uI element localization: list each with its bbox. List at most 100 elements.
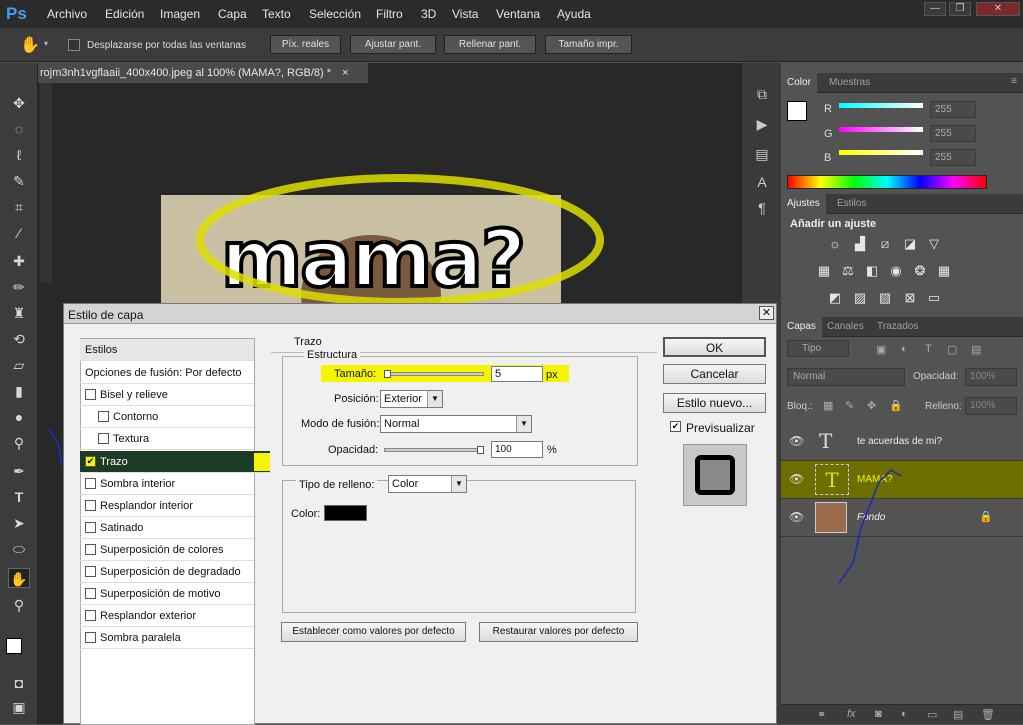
mask-icon[interactable]: ◙ — [875, 708, 882, 720]
preview-checkbox[interactable]: ✔ — [670, 421, 681, 432]
style-checkbox[interactable] — [85, 478, 96, 489]
quick-select-tool-icon[interactable]: ✎ — [8, 171, 30, 191]
fill-type-dropdown[interactable]: Color ▼ — [388, 475, 467, 493]
style-row-gradient-overlay[interactable]: Superposición de degradado — [80, 561, 254, 583]
trash-icon[interactable]: 🗑 — [981, 708, 995, 721]
style-checkbox[interactable] — [85, 588, 96, 599]
b-value[interactable]: 255 — [930, 149, 976, 166]
reset-default-button[interactable]: Restaurar valores por defecto — [479, 622, 638, 642]
style-checkbox[interactable] — [98, 433, 109, 444]
shape-tool-icon[interactable]: ⬭ — [8, 539, 30, 559]
eyedropper-tool-icon[interactable]: ⁄ — [8, 223, 30, 243]
color-lookup-icon[interactable]: ▦ — [935, 263, 953, 279]
bw-icon[interactable]: ◧ — [863, 263, 881, 279]
color-spectrum[interactable] — [787, 175, 987, 189]
style-row-inner-shadow[interactable]: Sombra interior — [80, 473, 254, 495]
hue-icon[interactable]: ▦ — [815, 263, 833, 279]
restore-button[interactable]: ❐ — [949, 2, 971, 16]
style-checkbox[interactable] — [85, 632, 96, 643]
vibrance-icon[interactable]: ▽ — [925, 236, 943, 252]
filter-type-icon[interactable]: T — [925, 343, 932, 355]
crop-tool-icon[interactable]: ⌗ — [8, 197, 30, 217]
brightness-icon[interactable]: ☼ — [826, 236, 844, 252]
eye-icon[interactable]: 👁 — [789, 434, 804, 448]
type-tool-icon[interactable]: T — [8, 487, 30, 507]
pen-tool-icon[interactable]: ✒ — [8, 461, 30, 481]
tab-trazados[interactable]: Trazados — [871, 317, 924, 337]
brush-tool-icon[interactable]: ✏ — [8, 277, 30, 297]
style-checkbox[interactable] — [85, 610, 96, 621]
style-checkbox[interactable] — [85, 522, 96, 533]
menu-texto[interactable]: Texto — [262, 7, 291, 21]
opacity-slider[interactable] — [384, 448, 484, 452]
r-value[interactable]: 255 — [930, 101, 976, 118]
threshold-icon[interactable]: ▧ — [876, 290, 894, 306]
tab-muestras[interactable]: Muestras — [823, 73, 876, 93]
styles-header[interactable]: Estilos — [80, 339, 254, 361]
style-checkbox[interactable] — [85, 500, 96, 511]
opacity-input[interactable]: 100 — [491, 441, 543, 458]
size-slider[interactable] — [384, 372, 484, 376]
tab-capas[interactable]: Capas — [781, 317, 822, 337]
style-checkbox[interactable] — [85, 566, 96, 577]
eye-icon[interactable]: 👁 — [789, 510, 804, 524]
lock-paint-icon[interactable]: ✎ — [845, 399, 854, 412]
menu-ventana[interactable]: Ventana — [496, 7, 540, 21]
style-checkbox[interactable] — [85, 544, 96, 555]
group-icon[interactable]: ▭ — [927, 708, 937, 721]
gradient-map-icon[interactable]: ▭ — [925, 290, 943, 306]
opacity-slider-thumb[interactable] — [477, 446, 484, 454]
menu-imagen[interactable]: Imagen — [160, 7, 200, 21]
properties-panel-icon[interactable]: ▤ — [750, 143, 774, 165]
dodge-tool-icon[interactable]: ⚲ — [8, 433, 30, 453]
stamp-tool-icon[interactable]: ♜ — [8, 303, 30, 323]
lasso-tool-icon[interactable]: ℓ — [8, 145, 30, 165]
foreground-color-swatch[interactable] — [6, 638, 22, 654]
fill-screen-button[interactable]: Rellenar pant. — [444, 35, 536, 54]
stroke-checkbox[interactable]: ✔ — [85, 456, 96, 467]
menu-capa[interactable]: Capa — [218, 7, 247, 21]
blend-mode-dropdown[interactable]: Normal ▼ — [380, 415, 532, 433]
preset-dropdown-icon[interactable]: ▾ — [44, 39, 48, 48]
color-balance-icon[interactable]: ⚖ — [839, 263, 857, 279]
style-row-texture[interactable]: Textura — [80, 428, 254, 450]
eraser-tool-icon[interactable]: ▱ — [8, 355, 30, 375]
minimize-button[interactable]: — — [924, 2, 946, 16]
style-row-stroke-selected[interactable]: ✔ Trazo — [80, 451, 270, 473]
layer-name[interactable]: te acuerdas de mi? — [857, 436, 942, 447]
style-row-satin[interactable]: Satinado — [80, 517, 254, 539]
new-layer-icon[interactable]: ▤ — [953, 708, 963, 721]
dialog-titlebar[interactable]: Estilo de capa ✕ — [64, 304, 776, 324]
link-layers-icon[interactable]: ⚭ — [817, 708, 826, 721]
layer-row[interactable]: 👁 T te acuerdas de mi? — [781, 423, 1023, 461]
size-slider-thumb[interactable] — [384, 370, 391, 378]
style-row-contour[interactable]: Contorno — [80, 406, 254, 428]
tab-close-icon[interactable]: × — [342, 67, 348, 79]
filter-adjust-icon[interactable]: ◐ — [901, 343, 908, 355]
tab-canales[interactable]: Canales — [821, 317, 870, 337]
style-row-bevel[interactable]: Bisel y relieve — [80, 384, 254, 406]
fit-screen-button[interactable]: Ajustar pant. — [350, 35, 436, 54]
scroll-all-checkbox[interactable] — [68, 39, 80, 51]
print-size-button[interactable]: Tamaño impr. — [545, 35, 632, 54]
fg-color-swatch[interactable] — [787, 101, 807, 121]
menu-seleccion[interactable]: Selección — [309, 7, 361, 21]
new-style-button[interactable]: Estilo nuevo... — [663, 393, 766, 413]
posterize-icon[interactable]: ▨ — [851, 290, 869, 306]
tab-color[interactable]: Color — [781, 73, 817, 93]
lock-all-icon[interactable]: 🔒 — [889, 399, 903, 412]
fill-field[interactable]: 100% — [965, 397, 1017, 415]
filter-smart-icon[interactable]: ▤ — [971, 343, 981, 356]
actions-panel-icon[interactable]: ▶ — [750, 113, 774, 135]
hand-tool-icon[interactable]: ✋ — [8, 568, 30, 588]
tab-estilos[interactable]: Estilos — [831, 194, 872, 214]
move-tool-icon[interactable]: ✥ — [8, 93, 30, 113]
hand-tool-icon[interactable]: ✋ — [20, 35, 40, 55]
actual-pixels-button[interactable]: Píx. reales — [270, 35, 341, 54]
exposure-icon[interactable]: ◪ — [901, 236, 919, 252]
history-panel-icon[interactable]: ⧉ — [750, 83, 774, 105]
set-default-button[interactable]: Establecer como valores por defecto — [281, 622, 466, 642]
b-slider[interactable] — [839, 150, 923, 155]
fx-icon[interactable]: fx — [847, 708, 856, 720]
ok-button[interactable]: OK — [663, 337, 766, 357]
